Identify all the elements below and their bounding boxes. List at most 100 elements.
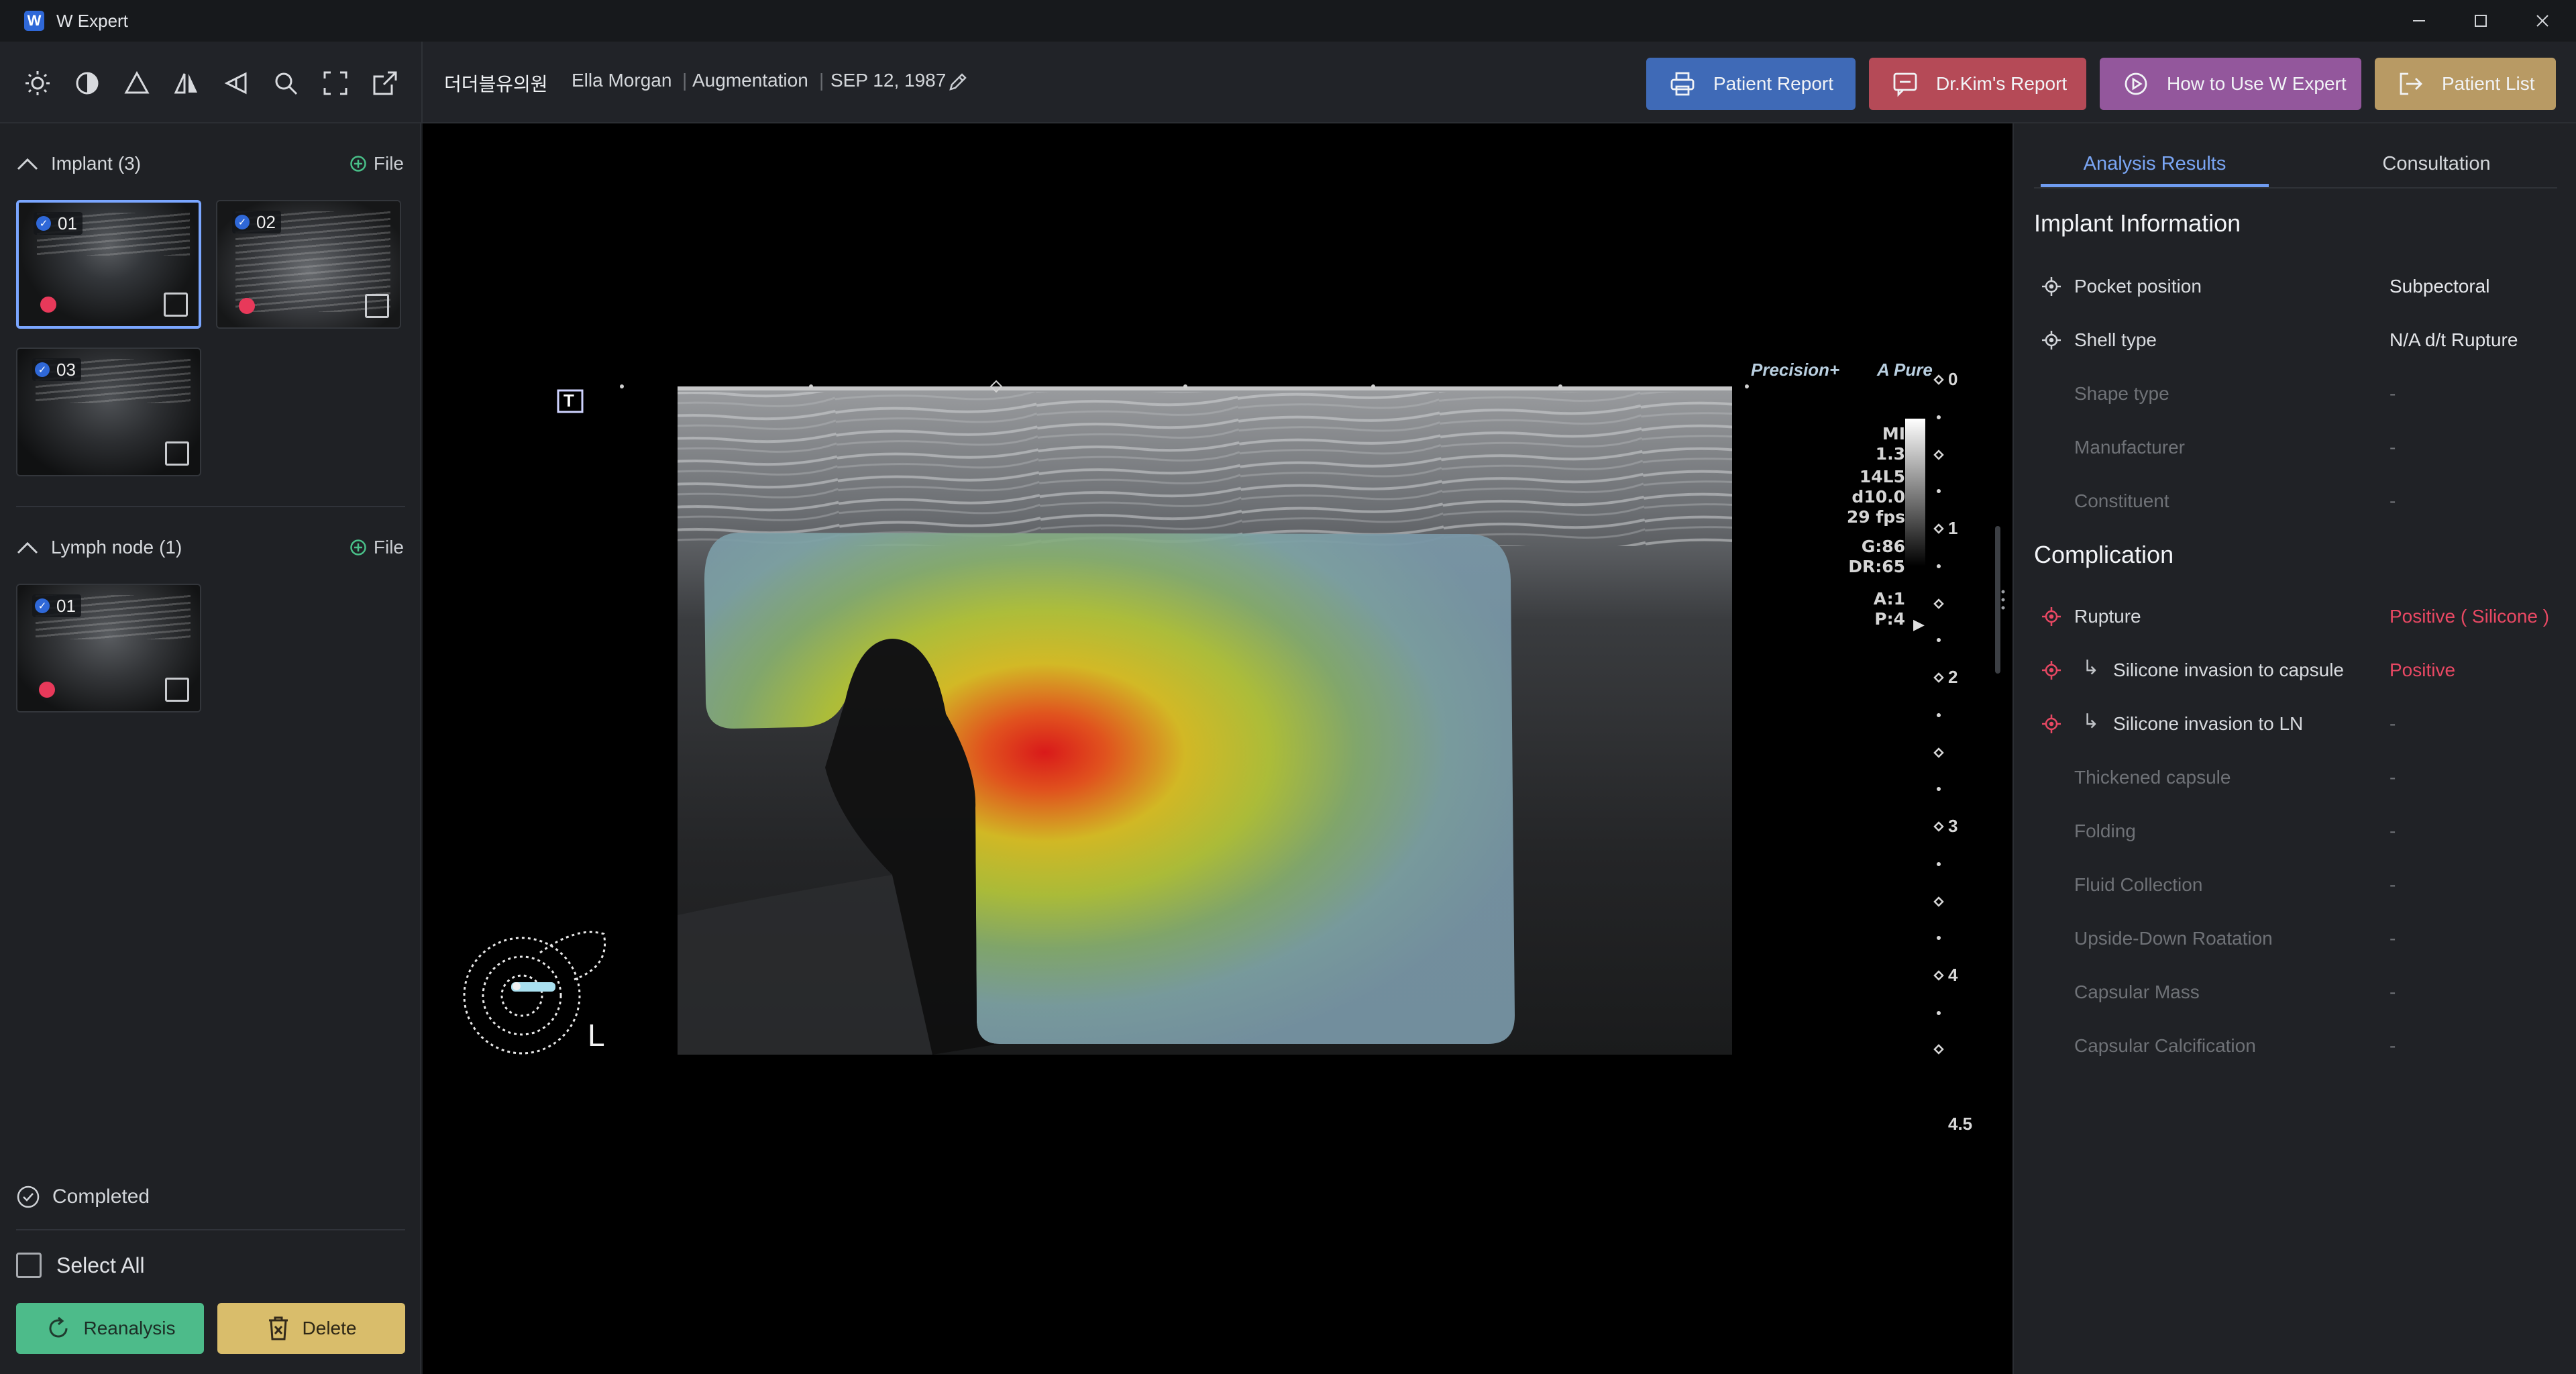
implant-info-value: - (2390, 383, 2396, 404)
implant-info-row: Manufacturer - (2034, 431, 2564, 464)
thumbnail-label: 02 (256, 211, 276, 232)
check-icon: ✓ (35, 598, 50, 613)
separator: | (682, 70, 688, 91)
implant-section-toggle[interactable]: Implant (3) (16, 150, 141, 177)
complication-value: - (2390, 982, 2396, 1002)
complication-row: Capsular Mass - (2034, 975, 2564, 1009)
checkbox-box (16, 1253, 42, 1278)
lymph-section-title: Lymph node (51, 537, 154, 558)
implant-info-row: Constituent - (2034, 484, 2564, 518)
drkim-report-button[interactable]: Dr.Kim's Report (1869, 58, 2086, 110)
depth-label-4-5: 4.5 (1948, 1114, 1973, 1134)
how-to-use-label: How to Use W Expert (2167, 73, 2347, 94)
triangle-icon[interactable] (122, 68, 152, 98)
implant-info-label: Shell type (2074, 329, 2157, 350)
delete-label: Delete (302, 1318, 357, 1338)
complication-label: Capsular Mass (2074, 982, 2200, 1002)
reanalysis-button[interactable]: Reanalysis (16, 1303, 204, 1354)
complication-row: Fluid Collection - (2034, 868, 2564, 902)
plus-circle-icon (350, 155, 367, 172)
flag-dot (39, 682, 55, 698)
flip-horizontal-icon[interactable] (172, 68, 201, 98)
param-gain: G:86 (1861, 537, 1905, 556)
implant-thumbnail-02[interactable]: ✓ 02 (216, 200, 401, 329)
lymph-file-button[interactable]: File (350, 534, 404, 561)
patient-report-label: Patient Report (1713, 73, 1833, 94)
patient-name: Ella Morgan (572, 70, 672, 91)
check-circle-icon (16, 1185, 40, 1209)
complication-label: Folding (2074, 821, 2136, 841)
implant-info-row: Pocket position Subpectoral (2034, 270, 2564, 303)
how-to-use-button[interactable]: How to Use W Expert (2100, 58, 2361, 110)
thumbnail-checkbox[interactable] (365, 294, 389, 318)
flip-vertical-icon[interactable] (221, 68, 251, 98)
implant-info-label: Manufacturer (2074, 437, 2185, 458)
param-mi: MI (1882, 424, 1905, 443)
implant-file-button[interactable]: File (350, 150, 404, 177)
complication-value: Positive ( Silicone ) (2390, 606, 2550, 627)
complication-row: Rupture Positive ( Silicone ) (2034, 600, 2564, 633)
depth-label-2: 2 (1948, 667, 1958, 687)
thumbnail-checkbox[interactable] (165, 678, 189, 702)
thumbnail-badge: ✓ 03 (32, 358, 81, 381)
patient-list-button[interactable]: Patient List (2375, 58, 2556, 110)
refresh-icon (45, 1315, 72, 1342)
thumbnail-checkbox[interactable] (164, 293, 188, 317)
fullscreen-icon[interactable] (321, 68, 350, 98)
thumbnail-checkbox[interactable] (165, 441, 189, 466)
drag-handle-icon[interactable] (2000, 586, 2006, 613)
implant-info-row: Shell type N/A d/t Rupture (2034, 323, 2564, 357)
delete-button[interactable]: Delete (217, 1303, 405, 1354)
lymph-thumbnail-01[interactable]: ✓ 01 (16, 584, 201, 712)
file-label: File (373, 153, 404, 174)
complication-row: Folding - (2034, 814, 2564, 848)
patient-report-button[interactable]: Patient Report (1646, 58, 1856, 110)
lymph-section-toggle[interactable]: Lymph node (1) (16, 534, 182, 561)
right-panel: Analysis Results Consultation Implant In… (2012, 123, 2576, 1374)
edit-pencil-icon[interactable] (943, 67, 973, 97)
param-a: A:1 (1873, 589, 1905, 609)
maximize-icon[interactable] (2450, 0, 2512, 42)
section-divider (16, 506, 405, 507)
complication-label: Silicone invasion to capsule (2113, 659, 2344, 680)
logout-icon (2398, 70, 2424, 97)
flag-dot (239, 298, 255, 314)
brightness-icon[interactable] (23, 68, 52, 98)
complication-value: - (2390, 928, 2396, 949)
implant-thumbnail-01[interactable]: ✓ 01 (16, 200, 201, 329)
reanalysis-label: Reanalysis (83, 1318, 176, 1338)
implant-info-value: - (2390, 437, 2396, 458)
complication-row: ↳ Silicone invasion to LN - (2034, 707, 2564, 741)
complication-value: - (2390, 1035, 2396, 1056)
close-icon[interactable] (2512, 0, 2573, 42)
implant-thumbnail-03[interactable]: ✓ 03 (16, 348, 201, 476)
depth-label-0: 0 (1948, 369, 1958, 389)
trash-icon (266, 1315, 290, 1342)
complication-value: Positive (2390, 659, 2456, 680)
focus-marker-icon: ▶ (1913, 616, 1925, 633)
clinic-name: 더더블유의원 (444, 74, 548, 95)
implant-info-value: - (2390, 490, 2396, 511)
tab-analysis-results[interactable]: Analysis Results (2041, 144, 2269, 184)
complication-row: Capsular Calcification - (2034, 1029, 2564, 1063)
completed-label: Completed (52, 1185, 150, 1208)
title-bar: W W Expert (0, 0, 2576, 42)
crosshair-icon (2041, 713, 2062, 735)
file-label: File (373, 537, 404, 558)
tab-consultation[interactable]: Consultation (2322, 144, 2551, 184)
viewer-scrollbar[interactable] (1995, 526, 2000, 674)
crosshair-icon (2041, 606, 2062, 627)
ultrasound-viewer[interactable]: T Precision+ A Pure MI 1.3 14L5 d10.0 29… (423, 123, 2012, 1374)
lymph-count: (1) (159, 537, 182, 558)
zoom-icon[interactable] (271, 68, 301, 98)
implant-info-label: Pocket position (2074, 276, 2202, 297)
select-all-checkbox[interactable]: Select All (16, 1252, 145, 1279)
flag-dot (40, 297, 56, 313)
thumbnail-label: 01 (58, 213, 77, 233)
minimize-icon[interactable] (2388, 0, 2450, 42)
contrast-icon[interactable] (72, 68, 102, 98)
active-tab-indicator (2041, 184, 2269, 187)
param-fps: 29 fps (1846, 507, 1905, 527)
export-icon[interactable] (370, 68, 400, 98)
complication-row: Upside-Down Roatation - (2034, 922, 2564, 955)
